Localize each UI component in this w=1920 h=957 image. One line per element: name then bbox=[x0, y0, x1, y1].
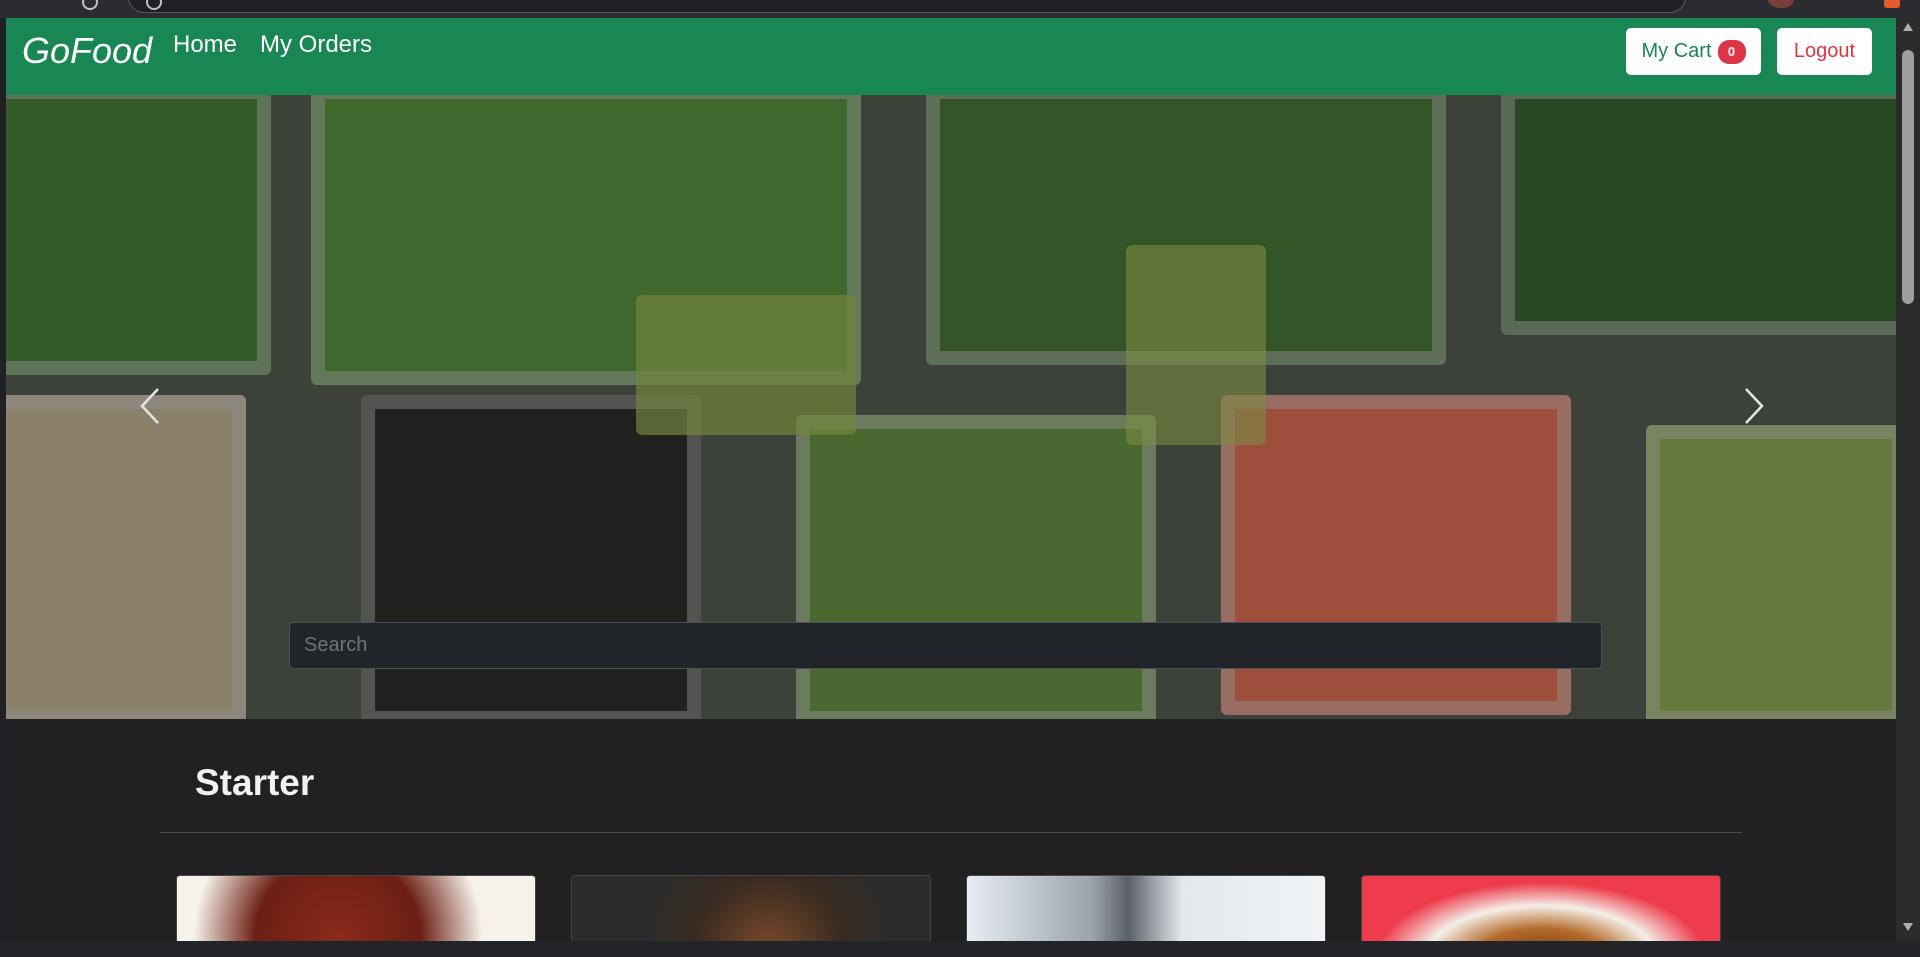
food-card-image bbox=[572, 876, 930, 941]
hero-carousel bbox=[6, 95, 1896, 719]
food-card[interactable] bbox=[1361, 875, 1721, 941]
browser-toolbar bbox=[0, 0, 1920, 18]
section-divider bbox=[160, 832, 1742, 833]
address-bar[interactable] bbox=[128, 0, 1686, 13]
brand-logo[interactable]: GoFood bbox=[22, 30, 152, 72]
food-card[interactable] bbox=[176, 875, 536, 941]
nav-link-my-orders[interactable]: My Orders bbox=[260, 31, 372, 59]
nav-link-home[interactable]: Home bbox=[173, 31, 237, 59]
food-card-image bbox=[967, 876, 1325, 941]
carousel-prev-button[interactable] bbox=[130, 381, 170, 431]
food-card[interactable] bbox=[571, 875, 931, 941]
scrollbar-thumb[interactable] bbox=[1902, 50, 1914, 304]
page-viewport: GoFood Home My Orders My Cart 0 Logout S… bbox=[6, 18, 1896, 941]
my-cart-label: My Cart bbox=[1641, 40, 1712, 62]
chevron-right-icon bbox=[1745, 388, 1764, 424]
navbar: GoFood Home My Orders My Cart 0 Logout bbox=[6, 18, 1896, 95]
taskbar bbox=[0, 941, 1920, 957]
my-cart-button[interactable]: My Cart 0 bbox=[1626, 28, 1761, 75]
profile-avatar[interactable] bbox=[1768, 0, 1794, 8]
food-card[interactable] bbox=[966, 875, 1326, 941]
reload-icon[interactable] bbox=[82, 0, 98, 10]
search-input[interactable] bbox=[289, 622, 1602, 669]
carousel-next-button[interactable] bbox=[1734, 381, 1774, 431]
cart-count-badge: 0 bbox=[1717, 39, 1746, 64]
scroll-down-icon[interactable] bbox=[1902, 922, 1914, 932]
food-card-image bbox=[177, 876, 535, 941]
scroll-up-icon[interactable] bbox=[1902, 22, 1914, 32]
category-title: Starter bbox=[195, 762, 315, 803]
chevron-left-icon bbox=[140, 388, 159, 424]
food-card-image bbox=[1362, 876, 1720, 941]
logout-button[interactable]: Logout bbox=[1777, 28, 1872, 75]
extension-icon[interactable] bbox=[1884, 0, 1900, 8]
